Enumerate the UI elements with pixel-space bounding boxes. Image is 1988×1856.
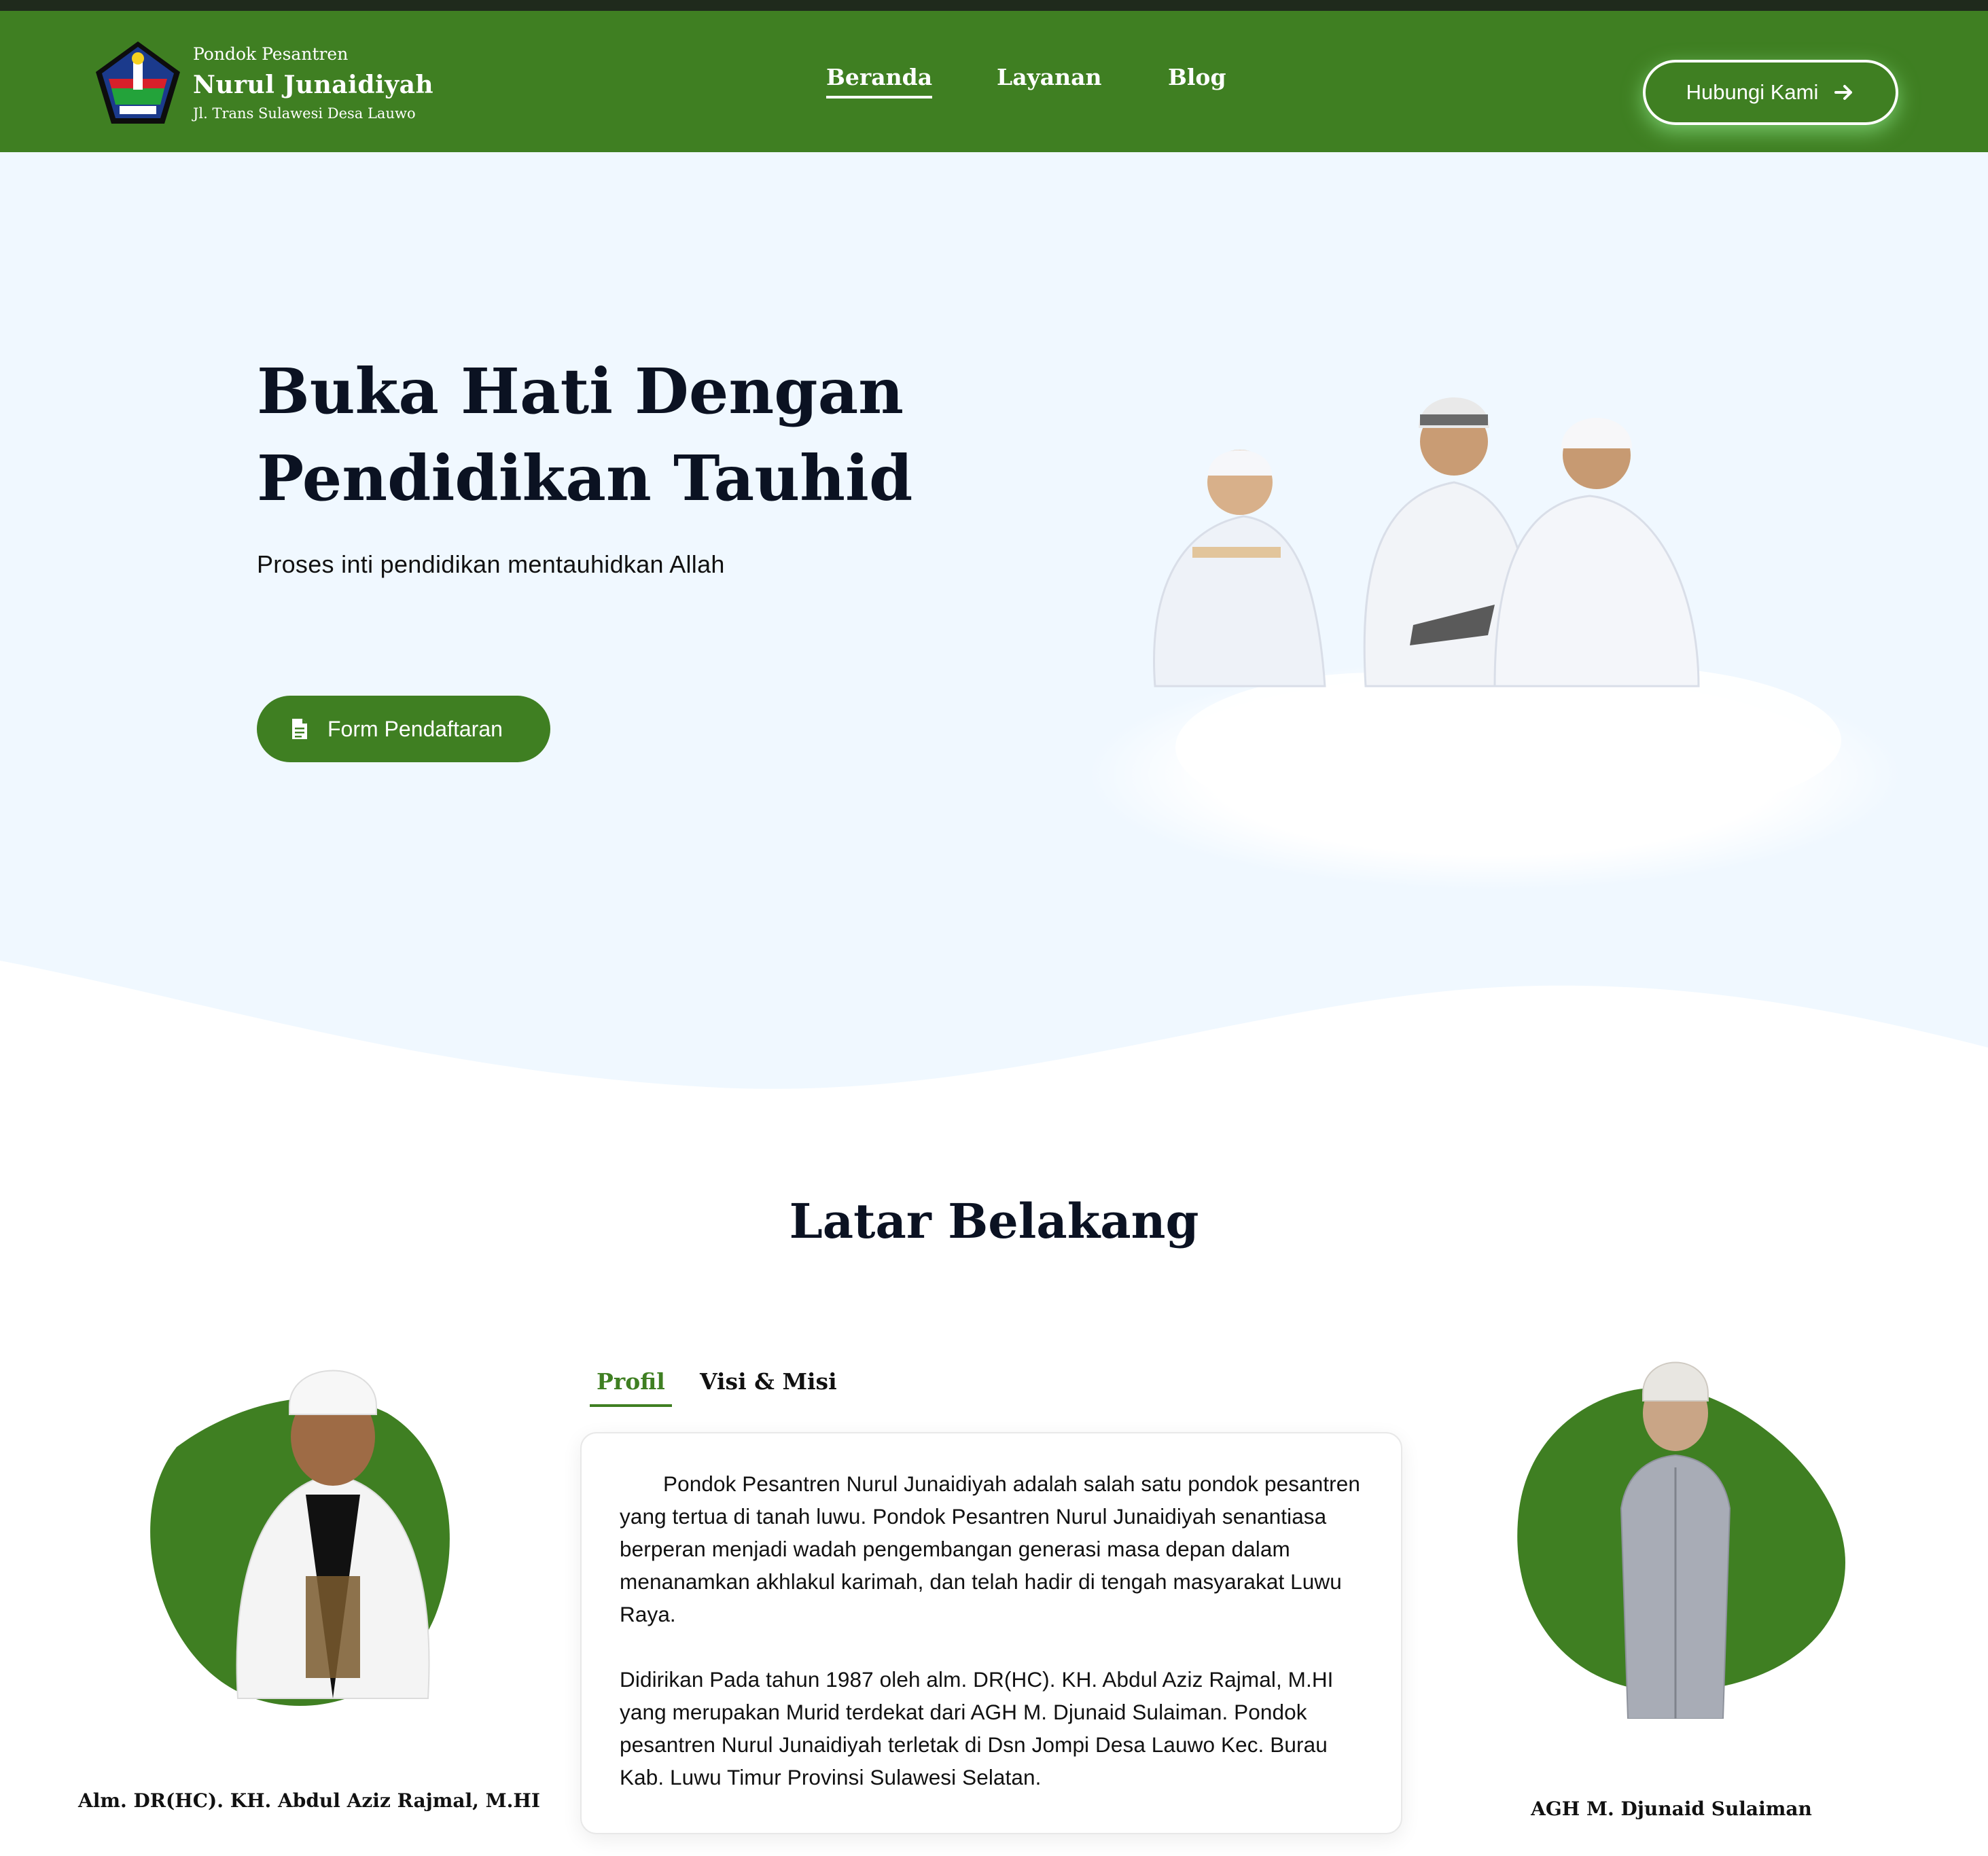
- profile-card: Pondok Pesantren Nurul Junaidiyah adalah…: [580, 1432, 1402, 1834]
- top-strip: [0, 0, 1988, 11]
- hero-subtitle: Proses inti pendidikan mentauhidkan Alla…: [257, 550, 725, 578]
- founder-photo-left: [150, 1370, 450, 1707]
- brand-name: Nurul Junaidiyah: [193, 71, 434, 99]
- registration-form-label: Form Pendaftaran: [327, 716, 503, 741]
- hero-title-line-2: Pendidikan Tauhid: [257, 442, 913, 515]
- profile-paragraph-1: Pondok Pesantren Nurul Junaidiyah adalah…: [620, 1471, 1361, 1626]
- registration-form-button[interactable]: Form Pendaftaran: [257, 696, 550, 762]
- founder-photo-right: [1517, 1361, 1845, 1719]
- hero-title-line-1: Buka Hati Dengan: [257, 355, 904, 428]
- brand-subtitle: Pondok Pesantren: [193, 44, 349, 64]
- document-icon: [292, 719, 307, 739]
- caption-founder-right: AGH M. Djunaid Sulaiman: [1531, 1798, 1812, 1820]
- contact-button-label: Hubungi Kami: [1686, 80, 1819, 104]
- nav-blog[interactable]: Blog: [1168, 64, 1226, 90]
- student-left: [1153, 450, 1326, 688]
- profile-paragraph-2: Didirikan Pada tahun 1987 oleh alm. DR(H…: [620, 1667, 1334, 1789]
- brand[interactable]: Pondok Pesantren Nurul Junaidiyah Jl. Tr…: [193, 41, 433, 125]
- arrow-right-icon: [1834, 85, 1853, 100]
- student-right: [1493, 418, 1700, 688]
- tab-profil[interactable]: Profil: [590, 1368, 672, 1407]
- section-title: Latar Belakang: [789, 1193, 1199, 1249]
- contact-button[interactable]: Hubungi Kami: [1643, 60, 1898, 125]
- school-logo[interactable]: [94, 39, 182, 126]
- nav-beranda[interactable]: Beranda: [826, 64, 933, 99]
- nav-layanan[interactable]: Layanan: [997, 64, 1102, 90]
- navbar: Pondok Pesantren Nurul Junaidiyah Jl. Tr…: [0, 11, 1988, 152]
- brand-address: Jl. Trans Sulawesi Desa Lauwo: [193, 105, 416, 122]
- hero-title: Buka Hati Dengan Pendidikan Tauhid: [257, 348, 1004, 522]
- hero-illustration: [1087, 397, 1902, 890]
- caption-founder-left: Alm. DR(HC). KH. Abdul Aziz Rajmal, M.HI: [78, 1789, 540, 1812]
- tab-visi-misi[interactable]: Visi & Misi: [700, 1368, 837, 1395]
